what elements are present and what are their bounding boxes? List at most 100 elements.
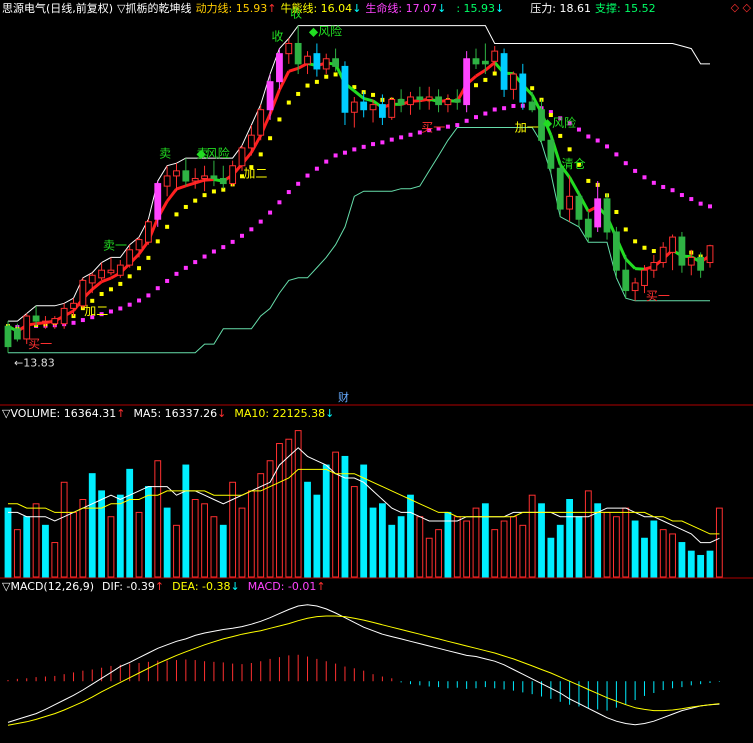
macd-value-label: MACD: -0.01 xyxy=(247,580,317,593)
corner-icons[interactable]: ◇ ◇ xyxy=(731,1,751,14)
signal-label: 清仓 xyxy=(562,157,586,171)
candle-body xyxy=(201,175,208,179)
candle-body xyxy=(612,231,620,271)
stock-chart[interactable]: ←13.83买一卖收收◆风险买一 ◆风险清仓买一卖◆风险加二加二加一卖一财 xyxy=(0,0,753,743)
shengming-arrow: ↓ xyxy=(437,2,447,15)
volume-bar xyxy=(219,524,227,578)
volume-bar xyxy=(528,494,536,578)
signal-label: ◆风险 xyxy=(309,23,342,38)
candle-body xyxy=(575,195,583,220)
bull-bear-dot xyxy=(183,204,188,209)
signal-label: 卖一 xyxy=(103,238,127,252)
lifeline-dot xyxy=(277,200,282,205)
bull-bear-dot xyxy=(258,152,263,157)
candle-body xyxy=(481,60,489,65)
candle-body xyxy=(88,274,96,284)
lifeline-dot xyxy=(455,123,460,128)
lifeline-dot xyxy=(305,173,310,178)
lifeline-dot xyxy=(633,168,638,173)
power-line-segment xyxy=(185,181,196,188)
lifeline-dot xyxy=(361,144,366,149)
volume-bar xyxy=(313,494,321,578)
candle-body xyxy=(397,99,405,106)
lifeline-dot xyxy=(586,134,591,139)
extra-arrow: ↓ xyxy=(495,2,505,15)
macd-header: ▽MACD(12,26,9) DIF: -0.39↑ DEA: -0.38↓ MACD… xyxy=(2,579,330,595)
bull-bear-dot xyxy=(474,83,478,88)
dongli-label: 动力线: 15.93 xyxy=(195,2,268,15)
ma5-arrow: ↓ xyxy=(217,407,227,420)
candle-body xyxy=(13,328,21,340)
bull-bear-dot xyxy=(268,136,273,141)
dea-arrow: ↓ xyxy=(230,580,240,593)
volume-bar xyxy=(191,499,199,578)
stock-name[interactable]: 思源电气(日线,前复权) xyxy=(2,2,113,15)
volume-bar xyxy=(481,503,489,578)
signal-label: 加一 xyxy=(515,121,539,135)
volume-bar xyxy=(126,468,134,578)
macd-title[interactable]: ▽MACD(12,26,9) xyxy=(2,580,94,593)
lifeline-dot xyxy=(492,107,497,112)
candle-body xyxy=(416,96,424,101)
volume-bar xyxy=(350,486,358,578)
volume-bar xyxy=(435,529,442,578)
volume-bar xyxy=(697,554,705,578)
ma10-label: MA10: 22125.38 xyxy=(234,407,326,420)
volume-bar xyxy=(332,451,340,578)
lifeline-dot xyxy=(670,188,675,193)
candle-body xyxy=(444,99,452,106)
bull-bear-dot xyxy=(633,239,638,244)
volume-bar xyxy=(678,542,686,578)
dongli-arrow: ↑ xyxy=(267,2,277,15)
candle-body xyxy=(247,134,255,149)
volume-bar xyxy=(378,503,386,578)
candle-body xyxy=(472,58,480,65)
candle-body xyxy=(697,256,705,271)
ma5-label: MA5: 16337.26 xyxy=(133,407,218,420)
volume-bar xyxy=(4,507,12,578)
bull-bear-dot xyxy=(623,227,628,232)
candle-body xyxy=(463,58,471,106)
volume-bar xyxy=(453,516,461,578)
candle-body xyxy=(210,175,218,179)
signal-label: 加二 xyxy=(84,304,108,318)
lifeline-dot xyxy=(380,140,385,145)
volume-bar xyxy=(416,516,424,578)
lifeline-dot xyxy=(605,144,610,149)
power-line-segment xyxy=(475,68,487,78)
volume-bar xyxy=(397,516,405,578)
candle-body xyxy=(350,101,358,113)
zhicheng-label: 支撑: 15.52 xyxy=(594,2,656,15)
power-line-segment xyxy=(363,96,374,103)
volume-bar xyxy=(42,524,49,578)
candle-body xyxy=(584,218,592,238)
lifeline-dot xyxy=(268,210,273,215)
power-line-segment xyxy=(35,321,46,326)
volume-bar xyxy=(669,533,676,578)
candle-body xyxy=(51,318,59,325)
volume-title[interactable]: ▽VOLUME: 16364.31 xyxy=(2,407,116,420)
signal-label: 买一 xyxy=(28,337,52,351)
yali-label: 压力: 18.61 xyxy=(530,2,591,15)
power-line-segment xyxy=(165,188,178,203)
lifeline-dot xyxy=(623,161,628,166)
volume-bar xyxy=(603,511,611,578)
candle-body xyxy=(191,177,199,182)
signal-label: 收 xyxy=(271,30,283,44)
bull-bear-dot xyxy=(530,86,535,91)
indicator-name[interactable]: ▽抓栃的乾坤线 xyxy=(117,2,191,15)
volume-bar xyxy=(201,503,208,578)
volume-bar xyxy=(575,516,583,578)
dif-label: DIF: -0.39 xyxy=(102,580,155,593)
candle-body xyxy=(70,302,77,309)
bull-bear-dot xyxy=(137,266,142,271)
candle-body xyxy=(491,50,499,62)
candle-body xyxy=(687,256,695,266)
bull-bear-dot xyxy=(558,133,563,138)
lifeline-dot xyxy=(137,298,142,303)
volume-header: ▽VOLUME: 16364.31↑ MA5: 16337.26↓ MA10: 22… xyxy=(2,406,338,422)
niuxiong-label: 牛熊线: 16.04 xyxy=(280,2,353,15)
power-line-segment xyxy=(175,184,187,191)
lifeline-dot xyxy=(296,181,301,186)
candle-body xyxy=(519,73,527,103)
